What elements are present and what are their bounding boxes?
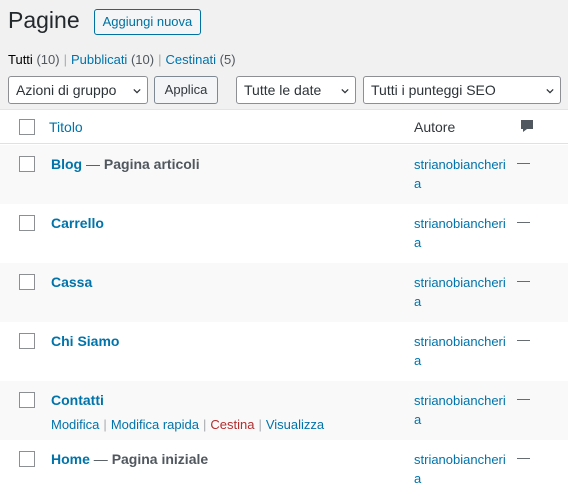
separator: |	[63, 52, 67, 67]
row-checkbox[interactable]	[19, 451, 35, 467]
view-trash-count: (5)	[219, 52, 236, 67]
seo-score-filter-value: Tutti i punteggi SEO	[371, 82, 496, 98]
page-title-link[interactable]: Contatti	[51, 392, 104, 408]
separator: |	[202, 417, 207, 432]
date-filter-select[interactable]: Tutte le date	[236, 76, 356, 104]
row-checkbox[interactable]	[19, 215, 35, 231]
post-state: Pagina iniziale	[111, 451, 209, 467]
table-row: Cassa strianobiancheria —	[0, 263, 568, 322]
view-published-link[interactable]: Pubblicati (10)	[71, 52, 154, 67]
state-separator: —	[86, 156, 104, 172]
table-row: Contatti Modifica | Modifica rapida | Cestin…	[0, 381, 568, 440]
bulk-actions-value: Azioni di gruppo	[16, 82, 117, 98]
status-views: Tutti (10) | Pubblicati (10) | Cestinati (5)	[8, 52, 236, 67]
page-title-link[interactable]: Blog	[51, 156, 82, 172]
post-state: Pagina articoli	[103, 156, 200, 172]
view-all-count: (10)	[36, 52, 60, 67]
author-link[interactable]: strianobiancheria	[414, 214, 510, 252]
comment-icon	[521, 120, 533, 132]
author-link[interactable]: strianobiancheria	[414, 155, 510, 193]
page-title-link[interactable]: Cassa	[51, 274, 92, 290]
pages-table: Titolo Autore Blog — Pagina articoli str…	[0, 109, 568, 498]
comments-count: —	[517, 155, 530, 170]
comments-count: —	[517, 214, 530, 229]
view-all-label: Tutti	[8, 52, 33, 67]
edit-link[interactable]: Modifica	[51, 417, 99, 432]
comments-count: —	[517, 391, 530, 406]
table-row: Blog — Pagina articoli strianobiancheria…	[0, 145, 568, 204]
state-separator: —	[93, 451, 112, 467]
separator: |	[258, 417, 262, 432]
separator: |	[158, 52, 162, 67]
row-title-line: Carrello	[51, 215, 104, 231]
author-link[interactable]: strianobiancheria	[414, 450, 510, 488]
tablenav-top: Azioni di gruppo Applica Tutte le date T…	[8, 76, 564, 104]
page-header: Pagine Aggiungi nuova	[8, 6, 202, 35]
table-row: Home — Pagina iniziale strianobiancheria…	[0, 440, 568, 498]
trash-link[interactable]: Cestina	[210, 417, 254, 432]
row-title-line: Blog — Pagina articoli	[51, 156, 200, 172]
chevron-down-icon	[546, 88, 554, 94]
separator: |	[103, 417, 107, 432]
author-link[interactable]: strianobiancheria	[414, 332, 510, 370]
table-header: Titolo Autore	[0, 110, 568, 144]
row-checkbox[interactable]	[19, 156, 35, 172]
page-title: Pagine	[8, 7, 80, 33]
view-all-link[interactable]: Tutti (10)	[8, 52, 60, 67]
table-row: Carrello strianobiancheria —	[0, 204, 568, 263]
bulk-actions-select[interactable]: Azioni di gruppo	[8, 76, 148, 104]
row-checkbox[interactable]	[19, 392, 35, 408]
column-title-header[interactable]: Titolo	[49, 119, 83, 135]
view-link[interactable]: Visualizza	[266, 417, 324, 432]
table-row: Chi Siamo strianobiancheria —	[0, 322, 568, 381]
date-filter-value: Tutte le date	[244, 82, 322, 98]
comments-count: —	[517, 332, 530, 347]
chevron-down-icon	[133, 88, 141, 94]
comments-count: —	[517, 450, 530, 465]
seo-score-filter-select[interactable]: Tutti i punteggi SEO	[363, 76, 561, 104]
row-actions: Modifica | Modifica rapida | Cestina | Visuali…	[51, 417, 324, 432]
chevron-down-icon	[341, 88, 349, 94]
view-published-label: Pubblicati	[70, 52, 128, 67]
row-title-line: Chi Siamo	[51, 333, 119, 349]
comments-count: —	[517, 273, 530, 288]
select-all-checkbox[interactable]	[19, 119, 35, 135]
page-title-link[interactable]: Chi Siamo	[51, 333, 119, 349]
column-author-header: Autore	[414, 119, 456, 135]
apply-button[interactable]: Applica	[154, 76, 218, 104]
row-checkbox[interactable]	[19, 333, 35, 349]
row-checkbox[interactable]	[19, 274, 35, 290]
row-title-line: Cassa	[51, 274, 92, 290]
row-title-line: Contatti	[51, 392, 104, 408]
view-published-count: (10)	[130, 52, 155, 67]
author-link[interactable]: strianobiancheria	[414, 391, 510, 429]
view-trash-link[interactable]: Cestinati (5)	[165, 52, 235, 67]
row-title-line: Home — Pagina iniziale	[51, 451, 208, 467]
page-title-link[interactable]: Carrello	[51, 215, 104, 231]
view-trash-label: Cestinati	[165, 52, 217, 67]
add-new-page-button[interactable]: Aggiungi nuova	[93, 8, 202, 35]
author-link[interactable]: strianobiancheria	[414, 273, 510, 311]
quick-edit-link[interactable]: Modifica rapida	[111, 417, 199, 432]
page-title-link[interactable]: Home	[51, 451, 90, 467]
